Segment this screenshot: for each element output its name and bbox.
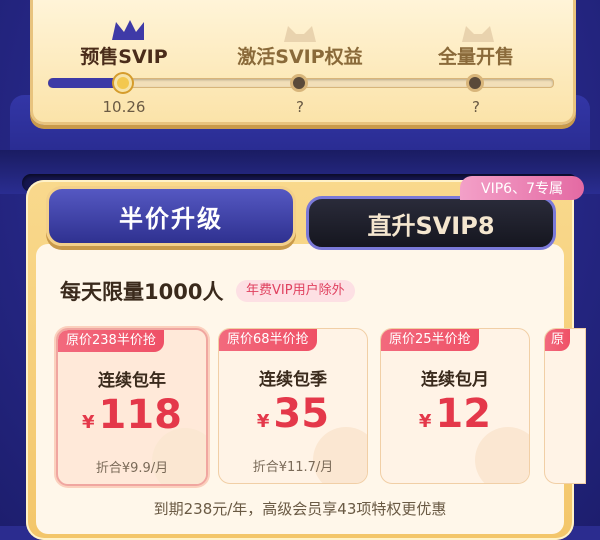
stage-activate-label: 激活SVIP权益 <box>237 46 363 68</box>
plan-card-next-peek[interactable]: 原 <box>544 328 586 484</box>
plan-card-monthly[interactable]: 原价25半价抢 连续包月 ¥12 <box>380 328 530 484</box>
plan-tag: 原价25半价抢 <box>381 329 479 351</box>
plan-name: 连续包年 <box>98 371 166 391</box>
plan-tag: 原价238半价抢 <box>58 330 164 352</box>
stage-presale-label: 预售SVIP <box>80 46 168 68</box>
plan-tag: 原价68半价抢 <box>219 329 317 351</box>
cat-ear-icon-2 <box>462 26 494 42</box>
stage-fullsale-date: ? <box>472 98 480 116</box>
plan-card-yearly[interactable]: 原价238半价抢 连续包年 ¥118 折合¥9.9/月 <box>56 328 208 486</box>
plan-name: 连续包月 <box>421 370 489 390</box>
plan-price: ¥35 <box>219 391 367 437</box>
currency-symbol: ¥ <box>81 412 95 433</box>
plan-monthly-equivalent: 折合¥11.7/月 <box>252 460 334 475</box>
daily-limit-headline: 每天限量1000人 <box>60 280 224 304</box>
stage-presale-node <box>114 74 132 92</box>
stage-fullsale-node <box>466 74 484 92</box>
plan-price: ¥12 <box>381 391 529 437</box>
price-value: 12 <box>435 391 492 437</box>
currency-symbol: ¥ <box>418 411 432 432</box>
plan-tag: 原 <box>545 329 571 351</box>
tab-half-price-upgrade[interactable]: 半价升级 <box>46 186 296 246</box>
plan-monthly-equivalent: 折合¥9.9/月 <box>95 461 169 476</box>
plan-card-quarterly[interactable]: 原价68半价抢 连续包季 ¥35 折合¥11.7/月 <box>218 328 368 484</box>
plan-name: 连续包季 <box>259 370 327 390</box>
renewal-footnote: 到期238元/年，高级会员享43项特权更优惠 <box>153 500 447 518</box>
price-value: 35 <box>273 391 330 437</box>
currency-symbol: ¥ <box>256 411 270 432</box>
stage-fullsale-label: 全量开售 <box>437 46 514 68</box>
cat-ear-icon <box>284 26 316 42</box>
price-value: 118 <box>98 392 183 438</box>
stage-activate-node <box>290 74 308 92</box>
exclusion-badge: 年费VIP用户除外 <box>236 280 355 302</box>
vip-exclusive-tag: VIP6、7专属 <box>460 176 584 200</box>
tab-direct-svip8[interactable]: 直升SVIP8 <box>306 196 556 250</box>
crown-icon <box>112 20 144 40</box>
plan-price: ¥118 <box>58 392 206 438</box>
stage-activate-date: ? <box>296 98 304 116</box>
stage-presale-date: 10.26 <box>102 98 146 116</box>
